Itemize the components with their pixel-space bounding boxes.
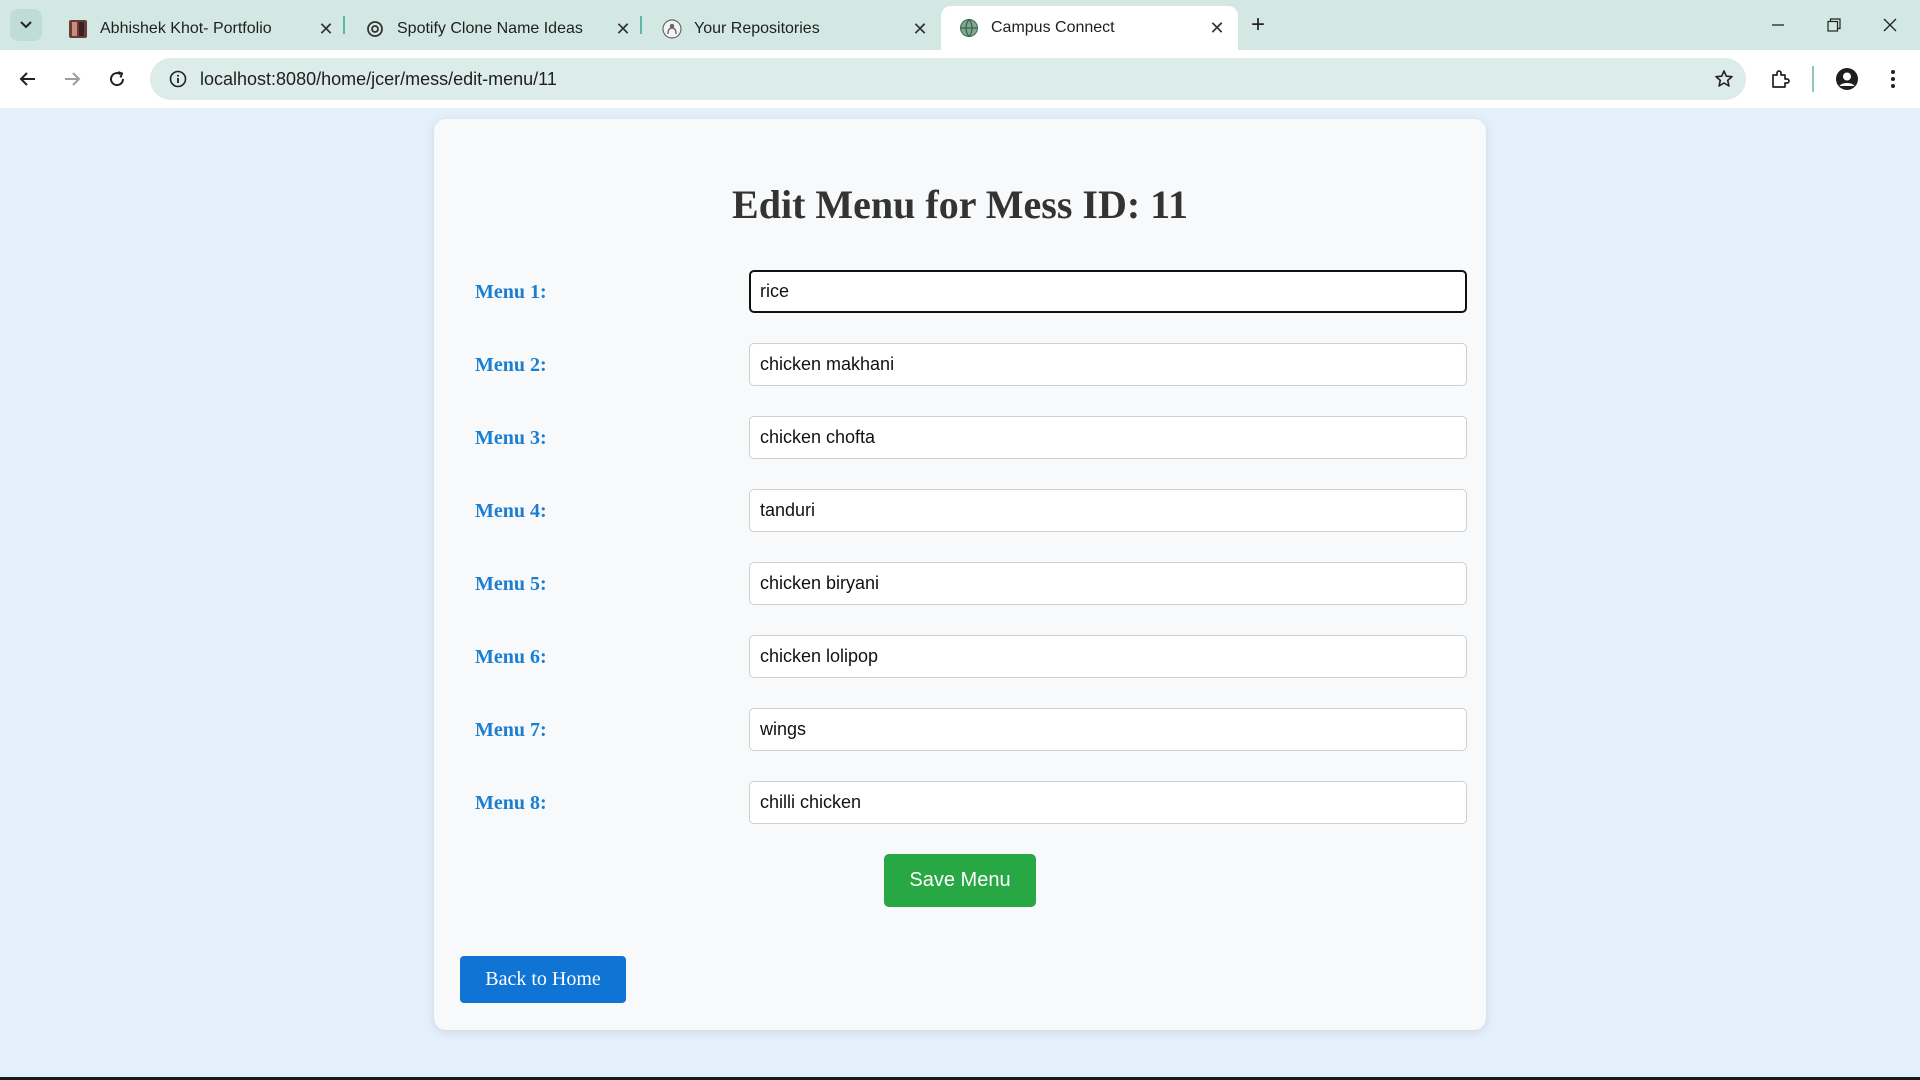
menu-label: Menu 7:	[475, 719, 547, 741]
menu-row: Menu 4:	[475, 489, 1470, 533]
restore-icon	[1827, 18, 1841, 32]
close-icon	[1883, 18, 1897, 32]
tab-separator	[343, 16, 345, 34]
close-tab-icon[interactable]: ✕	[315, 18, 337, 40]
github-favicon	[662, 19, 682, 39]
menu-row: Menu 5:	[475, 562, 1470, 606]
forward-nav-button[interactable]	[56, 63, 88, 95]
minimize-button[interactable]	[1750, 0, 1806, 50]
menu-4-input[interactable]	[749, 489, 1467, 532]
reload-button[interactable]	[101, 63, 133, 95]
restore-button[interactable]	[1806, 0, 1862, 50]
browser-menu-button[interactable]	[1877, 63, 1909, 95]
menu-row: Menu 8:	[475, 781, 1470, 825]
menu-5-input[interactable]	[749, 562, 1467, 605]
menu-label: Menu 2:	[475, 354, 547, 376]
menu-label: Menu 5:	[475, 573, 547, 595]
tab-strip: Abhishek Khot- Portfolio ✕ Spotify Clone…	[0, 0, 1920, 50]
menu-label: Menu 8:	[475, 792, 547, 814]
page-viewport: Edit Menu for Mess ID: 11 Menu 1: Menu 2…	[0, 108, 1920, 1078]
portfolio-favicon	[68, 19, 88, 39]
menu-7-input[interactable]	[749, 708, 1467, 751]
menu-3-input[interactable]	[749, 416, 1467, 459]
arrow-right-icon	[65, 72, 81, 86]
menu-row: Menu 6:	[475, 635, 1470, 679]
address-bar[interactable]: localhost:8080/home/jcer/mess/edit-menu/…	[150, 58, 1746, 100]
tab-title: Abhishek Khot- Portfolio	[100, 20, 272, 37]
reload-icon	[110, 71, 125, 87]
chevron-down-icon	[20, 21, 32, 29]
close-window-button[interactable]	[1862, 0, 1918, 50]
tab-search-button[interactable]	[10, 9, 42, 41]
menu-row: Menu 3:	[475, 416, 1470, 460]
menu-label: Menu 1:	[475, 281, 547, 303]
close-tab-icon[interactable]: ✕	[1206, 17, 1228, 39]
new-tab-button[interactable]: +	[1243, 10, 1273, 40]
profile-button[interactable]	[1831, 63, 1863, 95]
bookmark-star-icon[interactable]	[1702, 69, 1746, 89]
puzzle-icon	[1772, 70, 1790, 88]
menu-label: Menu 6:	[475, 646, 547, 668]
save-menu-button[interactable]: Save Menu	[884, 854, 1036, 907]
tab-title: Your Repositories	[694, 20, 820, 37]
page-title: Edit Menu for Mess ID: 11	[732, 182, 1188, 227]
tab-spotify-ideas[interactable]: Spotify Clone Name Ideas ✕	[347, 8, 644, 50]
edit-menu-card: Edit Menu for Mess ID: 11 Menu 1: Menu 2…	[434, 119, 1486, 1030]
menu-label: Menu 4:	[475, 500, 547, 522]
menu-2-input[interactable]	[749, 343, 1467, 386]
tab-separator	[640, 16, 642, 34]
toolbar-divider	[1812, 66, 1814, 92]
close-tab-icon[interactable]: ✕	[612, 18, 634, 40]
tab-title: Campus Connect	[991, 19, 1115, 36]
tab-portfolio[interactable]: Abhishek Khot- Portfolio ✕	[50, 8, 347, 50]
menu-6-input[interactable]	[749, 635, 1467, 678]
menu-label: Menu 3:	[475, 427, 547, 449]
menu-row: Menu 2:	[475, 343, 1470, 387]
menu-1-input[interactable]	[749, 270, 1467, 313]
tab-campus-connect[interactable]: Campus Connect ✕	[941, 6, 1238, 50]
close-tab-icon[interactable]: ✕	[909, 18, 931, 40]
openai-favicon	[365, 19, 385, 39]
profile-avatar-icon	[1836, 68, 1858, 90]
arrow-left-icon	[19, 72, 35, 86]
site-info-icon[interactable]	[156, 70, 200, 88]
url-text[interactable]: localhost:8080/home/jcer/mess/edit-menu/…	[200, 69, 1702, 90]
minimize-icon	[1772, 24, 1784, 26]
globe-favicon	[959, 18, 979, 38]
tab-title: Spotify Clone Name Ideas	[397, 20, 583, 37]
tab-repositories[interactable]: Your Repositories ✕	[644, 8, 941, 50]
menu-row: Menu 1:	[475, 270, 1470, 314]
back-nav-button[interactable]	[12, 63, 44, 95]
more-vertical-icon	[1891, 70, 1895, 88]
menu-8-input[interactable]	[749, 781, 1467, 824]
menu-row: Menu 7:	[475, 708, 1470, 752]
back-to-home-button[interactable]: Back to Home	[460, 956, 626, 1003]
extensions-button[interactable]	[1765, 63, 1797, 95]
